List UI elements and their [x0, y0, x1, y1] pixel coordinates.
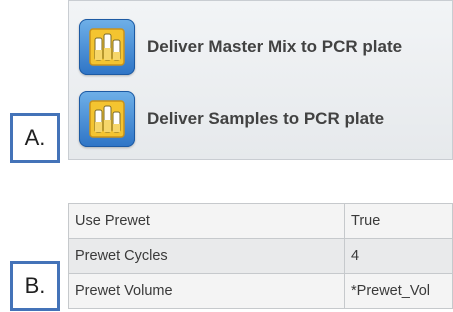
step-deliver-samples[interactable]: Deliver Samples to PCR plate	[79, 89, 452, 149]
property-name: Use Prewet	[68, 203, 345, 239]
step-label: Deliver Master Mix to PCR plate	[147, 37, 403, 56]
property-value[interactable]: True	[344, 203, 453, 239]
table-row[interactable]: Prewet Volume *Prewet_Vol	[68, 273, 453, 309]
property-name: Prewet Volume	[68, 273, 345, 309]
method-steps-panel: Deliver Master Mix to PCR plate Deliver …	[68, 0, 453, 160]
pipette-reagent-icon	[79, 91, 135, 147]
table-row[interactable]: Use Prewet True	[68, 203, 453, 239]
callout-label-b: B.	[10, 261, 60, 311]
property-value[interactable]: *Prewet_Vol	[344, 273, 453, 309]
pipette-reagent-icon	[79, 19, 135, 75]
callout-label-a: A.	[10, 113, 60, 163]
table-row[interactable]: Prewet Cycles 4	[68, 238, 453, 274]
properties-table: Use Prewet True Prewet Cycles 4 Prewet V…	[68, 203, 453, 309]
step-deliver-master-mix[interactable]: Deliver Master Mix to PCR plate	[79, 17, 452, 77]
step-label: Deliver Samples to PCR plate	[147, 109, 385, 128]
property-value[interactable]: 4	[344, 238, 453, 274]
property-name: Prewet Cycles	[68, 238, 345, 274]
